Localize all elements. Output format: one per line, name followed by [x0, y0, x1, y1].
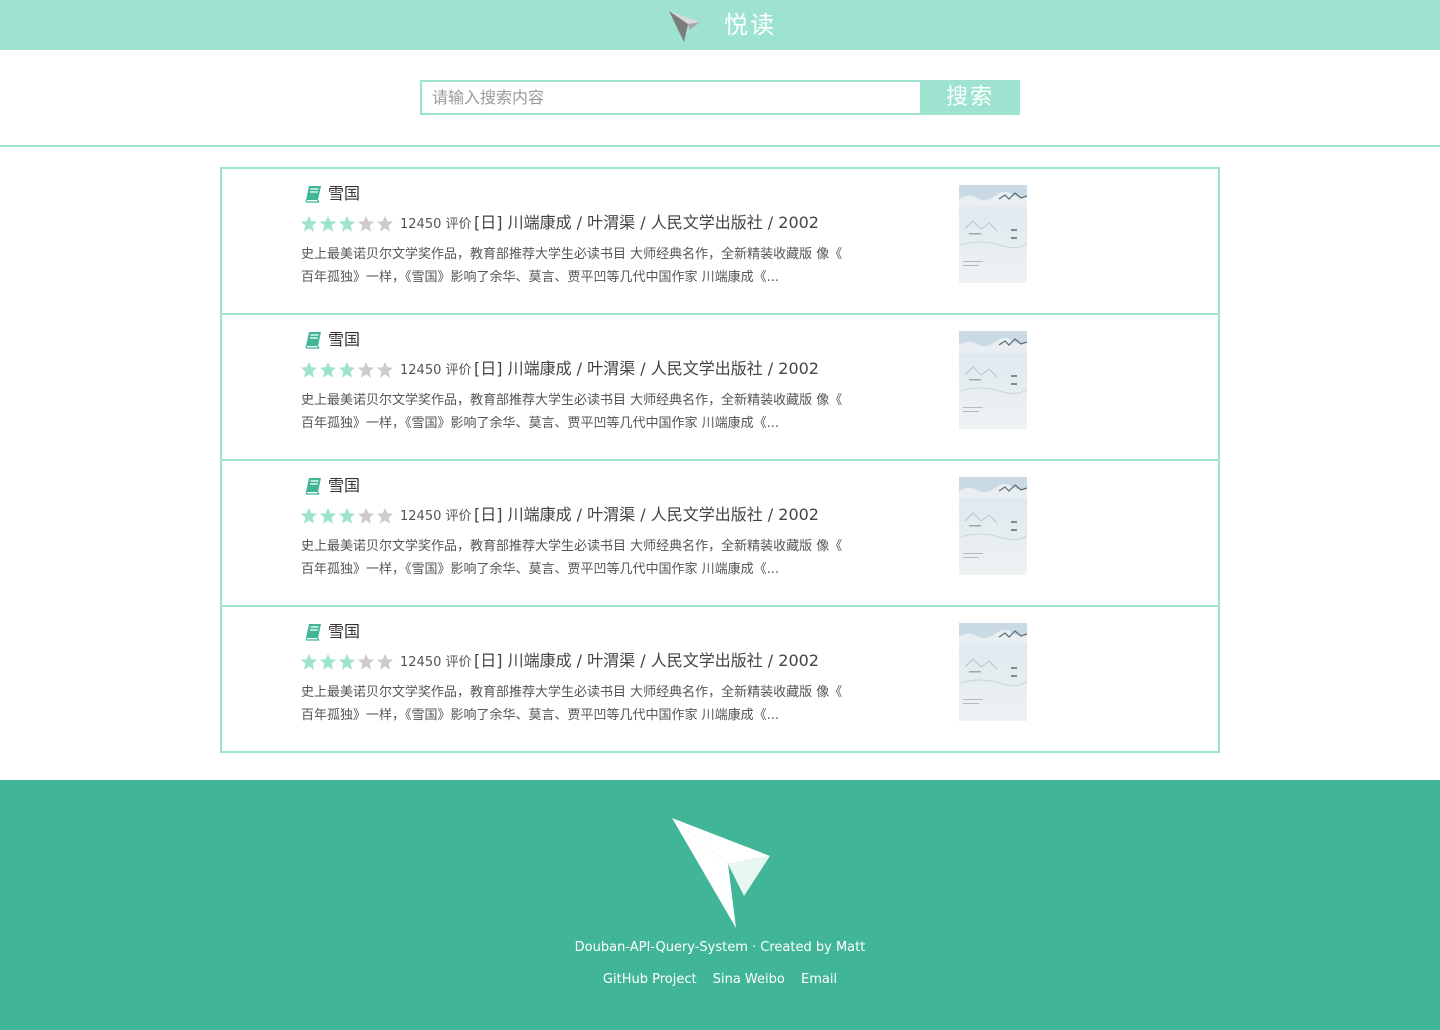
book-icon	[305, 478, 321, 495]
search-button[interactable]: 搜索	[920, 80, 1020, 115]
star-empty-icon	[357, 361, 375, 378]
rating-stars	[300, 361, 394, 379]
rating-stars	[300, 215, 394, 233]
book-title[interactable]: 雪国	[328, 329, 360, 351]
star-filled-icon	[300, 653, 318, 670]
star-empty-icon	[357, 653, 375, 670]
description-line: 百年孤独》一样，《雪国》影响了余华、莫言、贾平凹等几代中国作家 川端康成《...	[301, 416, 780, 431]
star-filled-icon	[338, 507, 356, 524]
paper-plane-icon[interactable]	[666, 8, 702, 44]
result-item[interactable]: 雪国 12450 评价 [日] 川端康成 / 叶渭渠 / 人民文学出版社 / 2…	[220, 167, 1220, 315]
star-empty-icon	[376, 653, 394, 670]
search-input[interactable]	[420, 80, 922, 115]
star-filled-icon	[338, 215, 356, 232]
book-meta: [日] 川端康成 / 叶渭渠 / 人民文学出版社 / 2002	[474, 359, 819, 378]
description-line: 百年孤独》一样，《雪国》影响了余华、莫言、贾平凹等几代中国作家 川端康成《...	[301, 708, 780, 723]
star-empty-icon	[357, 215, 375, 232]
star-filled-icon	[319, 653, 337, 670]
star-filled-icon	[300, 507, 318, 524]
result-item[interactable]: 雪国 12450 评价 [日] 川端康成 / 叶渭渠 / 人民文学出版社 / 2…	[220, 459, 1220, 607]
description-line: 史上最美诺贝尔文学奖作品，教育部推荐大学生必读书目 大师经典名作，全新精装收藏版…	[301, 685, 843, 700]
description-line: 史上最美诺贝尔文学奖作品，教育部推荐大学生必读书目 大师经典名作，全新精装收藏版…	[301, 393, 843, 408]
star-filled-icon	[319, 507, 337, 524]
star-filled-icon	[319, 361, 337, 378]
book-description: 史上最美诺贝尔文学奖作品，教育部推荐大学生必读书目 大师经典名作，全新精装收藏版…	[301, 535, 861, 581]
sina-weibo-link[interactable]: Sina Weibo	[713, 972, 785, 987]
book-title[interactable]: 雪国	[328, 621, 360, 643]
rating-stars	[300, 653, 394, 671]
star-empty-icon	[376, 361, 394, 378]
book-icon	[305, 624, 321, 641]
result-item[interactable]: 雪国 12450 评价 [日] 川端康成 / 叶渭渠 / 人民文学出版社 / 2…	[220, 605, 1220, 753]
book-cover-image[interactable]	[959, 331, 1027, 429]
book-description: 史上最美诺贝尔文学奖作品，教育部推荐大学生必读书目 大师经典名作，全新精装收藏版…	[301, 389, 861, 435]
book-description: 史上最美诺贝尔文学奖作品，教育部推荐大学生必读书目 大师经典名作，全新精装收藏版…	[301, 243, 861, 289]
email-link[interactable]: Email	[801, 972, 837, 987]
book-meta: [日] 川端康成 / 叶渭渠 / 人民文学出版社 / 2002	[474, 651, 819, 670]
book-cover-image[interactable]	[959, 477, 1027, 575]
star-filled-icon	[300, 361, 318, 378]
book-icon	[305, 332, 321, 349]
description-line: 百年孤独》一样，《雪国》影响了余华、莫言、贾平凹等几代中国作家 川端康成《...	[301, 562, 780, 577]
star-empty-icon	[376, 507, 394, 524]
rating-count: 12450 评价	[400, 363, 472, 378]
star-filled-icon	[300, 215, 318, 232]
star-filled-icon	[319, 215, 337, 232]
brand-title[interactable]: 悦读	[724, 8, 776, 42]
footer-links: GitHub Project Sina Weibo Email	[0, 970, 1440, 990]
header-divider	[0, 145, 1440, 147]
footer: Douban-API-Query-System · Created by Mat…	[0, 780, 1440, 1030]
book-meta: [日] 川端康成 / 叶渭渠 / 人民文学出版社 / 2002	[474, 505, 819, 524]
book-title[interactable]: 雪国	[328, 183, 360, 205]
star-empty-icon	[357, 507, 375, 524]
rating-count: 12450 评价	[400, 655, 472, 670]
description-line: 史上最美诺贝尔文学奖作品，教育部推荐大学生必读书目 大师经典名作，全新精装收藏版…	[301, 539, 843, 554]
book-cover-image[interactable]	[959, 623, 1027, 721]
rating-count: 12450 评价	[400, 217, 472, 232]
search-bar: 搜索	[420, 80, 1020, 115]
github-project-link[interactable]: GitHub Project	[603, 972, 697, 987]
star-filled-icon	[338, 361, 356, 378]
top-bar: 悦读	[0, 0, 1440, 50]
star-filled-icon	[338, 653, 356, 670]
result-item[interactable]: 雪国 12450 评价 [日] 川端康成 / 叶渭渠 / 人民文学出版社 / 2…	[220, 313, 1220, 461]
rating-count: 12450 评价	[400, 509, 472, 524]
rating-stars	[300, 507, 394, 525]
star-empty-icon	[376, 215, 394, 232]
paper-plane-icon	[672, 818, 770, 928]
book-title[interactable]: 雪国	[328, 475, 360, 497]
result-list: 雪国 12450 评价 [日] 川端康成 / 叶渭渠 / 人民文学出版社 / 2…	[220, 167, 1220, 753]
description-line: 史上最美诺贝尔文学奖作品，教育部推荐大学生必读书目 大师经典名作，全新精装收藏版…	[301, 247, 843, 262]
footer-credit: Douban-API-Query-System · Created by Mat…	[574, 940, 866, 955]
book-icon	[305, 186, 321, 203]
book-cover-image[interactable]	[959, 185, 1027, 283]
book-description: 史上最美诺贝尔文学奖作品，教育部推荐大学生必读书目 大师经典名作，全新精装收藏版…	[301, 681, 861, 727]
book-meta: [日] 川端康成 / 叶渭渠 / 人民文学出版社 / 2002	[474, 213, 819, 232]
description-line: 百年孤独》一样，《雪国》影响了余华、莫言、贾平凹等几代中国作家 川端康成《...	[301, 270, 780, 285]
